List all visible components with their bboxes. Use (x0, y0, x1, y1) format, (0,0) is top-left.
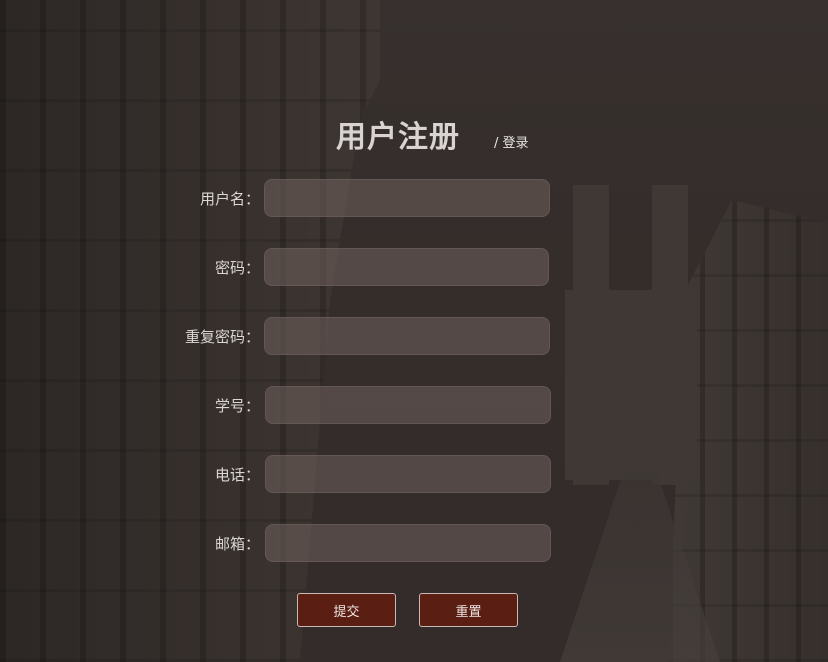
password-row: 密码： (160, 248, 560, 288)
phone-label: 电话： (214, 466, 260, 484)
page-title: 用户注册 (336, 120, 460, 155)
username-row: 用户名： (160, 179, 560, 219)
submit-button[interactable]: 提交 (297, 593, 396, 627)
confirm-password-label: 重复密码： (184, 328, 260, 346)
email-row: 邮箱： (160, 524, 560, 564)
password-label: 密码： (214, 259, 260, 277)
phone-row: 电话： (160, 455, 560, 495)
student-id-row: 学号： (160, 386, 560, 426)
username-input[interactable] (264, 179, 550, 217)
confirm-password-row: 重复密码： (160, 317, 560, 357)
password-input[interactable] (264, 248, 549, 286)
login-link[interactable]: / 登录 (494, 132, 529, 151)
reset-button[interactable]: 重置 (419, 593, 518, 627)
student-id-label: 学号： (214, 397, 260, 415)
confirm-password-input[interactable] (264, 317, 550, 355)
email-label: 邮箱： (214, 535, 260, 553)
phone-input[interactable] (265, 455, 551, 493)
username-label: 用户名： (199, 190, 260, 208)
student-id-input[interactable] (265, 386, 551, 424)
email-input[interactable] (265, 524, 551, 562)
